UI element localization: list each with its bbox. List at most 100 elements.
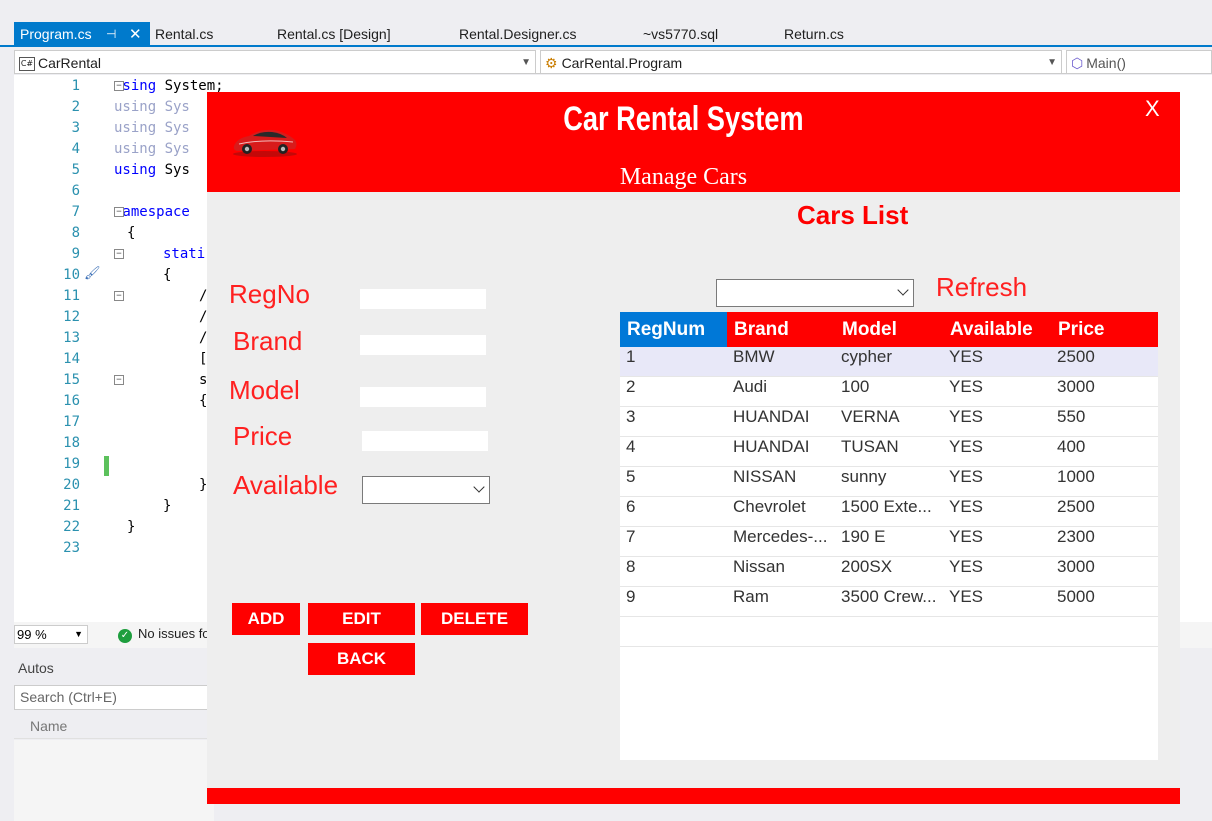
line-number: 22 [63,519,80,535]
fold-toggle-icon[interactable]: − [114,249,124,259]
table-row[interactable]: 2 Audi 100 YES 3000 [620,377,1158,407]
autos-panel-title: Autos [18,660,54,676]
code-line-21: } [163,498,172,514]
regno-input[interactable] [360,289,486,309]
project-name: CarRental [38,55,102,71]
class-dropdown[interactable]: ⚙ CarRental.Program ▼ [540,50,1062,74]
table-row[interactable]: 1 BMW cypher YES 2500 [620,347,1158,377]
cell-price[interactable]: 5000 [1051,587,1158,617]
cell-price[interactable]: 2500 [1051,497,1158,527]
cell-price[interactable]: 2500 [1051,347,1158,377]
table-row[interactable]: 9 Ram 3500 Crew... YES 5000 [620,587,1158,617]
cell-brand[interactable]: BMW [727,347,835,377]
member-dropdown[interactable]: ⬡ Main() [1066,50,1212,74]
cell-brand[interactable]: Chevrolet [727,497,835,527]
cell-model[interactable]: TUSAN [835,437,943,467]
edit-button[interactable]: EDIT [308,603,415,635]
cell-available[interactable]: YES [943,407,1051,437]
cell-regnum[interactable]: 9 [620,587,727,617]
cell-brand[interactable]: HUANDAI [727,437,835,467]
cell-model[interactable]: sunny [835,467,943,497]
line-number: 6 [71,183,80,199]
column-header-regnum[interactable]: RegNum [620,312,727,347]
cell-regnum[interactable]: 8 [620,557,727,587]
column-header-price[interactable]: Price [1051,312,1158,347]
brand-input[interactable] [360,335,486,355]
cell-price[interactable]: 550 [1051,407,1158,437]
table-row[interactable]: 3 HUANDAI VERNA YES 550 [620,407,1158,437]
cell-price[interactable]: 400 [1051,437,1158,467]
fold-toggle-icon[interactable]: − [114,207,124,217]
table-row[interactable]: 6 Chevrolet 1500 Exte... YES 2500 [620,497,1158,527]
pin-icon[interactable]: ⊣ [106,22,116,47]
autos-name-column[interactable]: Name [14,713,214,739]
zoom-dropdown[interactable]: 99 % ▼ [14,625,88,644]
cell-available[interactable]: YES [943,467,1051,497]
fold-toggle-icon[interactable]: − [114,291,124,301]
cell-available[interactable]: YES [943,527,1051,557]
column-header-model[interactable]: Model [835,312,943,347]
cell-brand[interactable]: NISSAN [727,467,835,497]
model-input[interactable] [360,387,486,407]
cell-brand[interactable]: Mercedes-... [727,527,835,557]
delete-button[interactable]: DELETE [421,603,528,635]
cell-available[interactable]: YES [943,437,1051,467]
table-row[interactable]: 5 NISSAN sunny YES 1000 [620,467,1158,497]
add-button[interactable]: ADD [232,603,300,635]
cell-brand[interactable]: Nissan [727,557,835,587]
cell-brand[interactable]: Audi [727,377,835,407]
cell-model[interactable]: cypher [835,347,943,377]
tab-return-cs[interactable]: Return.cs [784,22,844,47]
cell-price[interactable]: 2300 [1051,527,1158,557]
cell-available[interactable]: YES [943,497,1051,527]
tab-program-cs[interactable]: Program.cs ⊣ ✕ [14,22,150,47]
cell-available[interactable]: YES [943,377,1051,407]
cell-model[interactable]: 3500 Crew... [835,587,943,617]
cars-grid[interactable]: RegNum Brand Model Available Price 1 BMW c… [620,312,1158,760]
back-button[interactable]: BACK [308,643,415,675]
cell-available[interactable]: YES [943,587,1051,617]
cell-price[interactable]: 3000 [1051,557,1158,587]
cell-model[interactable]: 1500 Exte... [835,497,943,527]
autos-search-input[interactable]: Search (Ctrl+E) [14,685,214,710]
column-header-available[interactable]: Available [943,312,1051,347]
refresh-button[interactable]: Refresh [936,272,1027,303]
table-row[interactable]: 4 HUANDAI TUSAN YES 400 [620,437,1158,467]
cell-model[interactable]: 100 [835,377,943,407]
cell-regnum[interactable]: 6 [620,497,727,527]
price-input[interactable] [362,431,488,451]
new-row[interactable] [620,617,1158,647]
cell-available[interactable]: YES [943,557,1051,587]
cell-model[interactable]: 190 E [835,527,943,557]
quick-actions-brush-icon[interactable]: 🖌 [84,266,101,281]
fold-toggle-icon[interactable]: − [114,81,124,91]
cell-model[interactable]: VERNA [835,407,943,437]
cell-available[interactable]: YES [943,347,1051,377]
cell-regnum[interactable]: 7 [620,527,727,557]
tab-rental-designer[interactable]: Rental.Designer.cs [459,22,577,47]
issues-indicator[interactable]: ✓ No issues fo [118,626,210,643]
fold-toggle-icon[interactable]: − [114,375,124,385]
csharp-icon: C# [19,57,35,72]
tab-rental-design[interactable]: Rental.cs [Design] [277,22,391,47]
tab-rental-cs[interactable]: Rental.cs [155,22,213,47]
cell-regnum[interactable]: 5 [620,467,727,497]
available-dropdown[interactable] [362,476,490,504]
close-tab-icon[interactable]: ✕ [129,22,142,47]
cell-regnum[interactable]: 2 [620,377,727,407]
cell-regnum[interactable]: 1 [620,347,727,377]
table-row[interactable]: 8 Nissan 200SX YES 3000 [620,557,1158,587]
tab-vs5770-sql[interactable]: ~vs5770.sql [643,22,718,47]
cell-price[interactable]: 3000 [1051,377,1158,407]
close-button[interactable]: X [1145,96,1160,122]
filter-dropdown[interactable] [716,279,914,307]
cell-regnum[interactable]: 4 [620,437,727,467]
cell-regnum[interactable]: 3 [620,407,727,437]
cell-brand[interactable]: HUANDAI [727,407,835,437]
cell-price[interactable]: 1000 [1051,467,1158,497]
column-header-brand[interactable]: Brand [727,312,835,347]
project-dropdown[interactable]: C# CarRental ▼ [14,50,536,74]
cell-brand[interactable]: Ram [727,587,835,617]
cell-model[interactable]: 200SX [835,557,943,587]
table-row[interactable]: 7 Mercedes-... 190 E YES 2300 [620,527,1158,557]
